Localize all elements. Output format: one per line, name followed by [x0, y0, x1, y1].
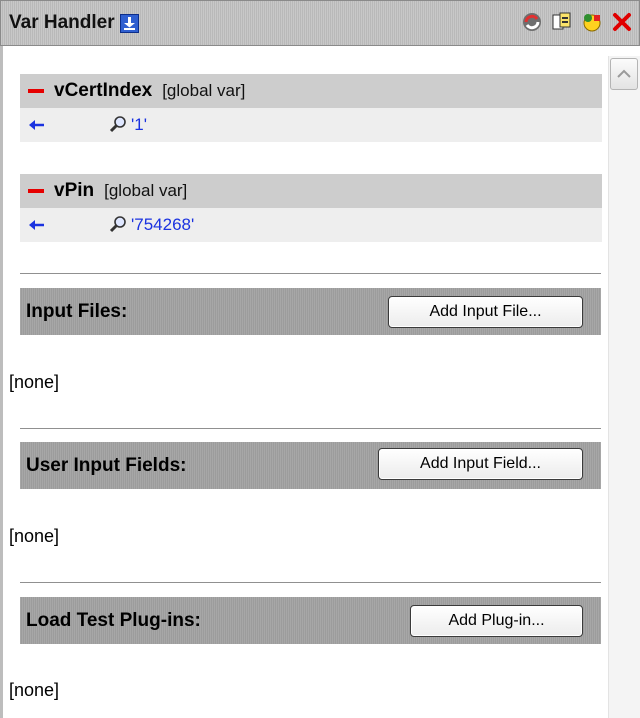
add-input-file-button[interactable]: Add Input File... — [388, 296, 583, 328]
refresh-vars-icon[interactable] — [521, 11, 543, 33]
section-title: Load Test Plug-ins: — [26, 609, 201, 631]
section-divider — [20, 428, 601, 429]
variable-name: vPin — [54, 180, 95, 201]
plugins-empty: [none] — [9, 680, 60, 700]
variable-name: vCertIndex — [54, 80, 153, 101]
add-var-icon[interactable] — [581, 11, 603, 33]
section-divider — [20, 582, 601, 583]
close-icon[interactable] — [611, 11, 633, 33]
section-title: Input Files: — [26, 300, 128, 322]
inspect-value-icon[interactable] — [108, 215, 128, 235]
chevron-up-icon — [617, 69, 631, 78]
remove-variable-icon[interactable] — [28, 89, 44, 93]
remove-variable-icon[interactable] — [28, 189, 44, 193]
variable-value-row: '1' — [20, 108, 602, 142]
panel-titlebar: Var Handler — [0, 0, 640, 46]
plugins-header: Load Test Plug-ins: Add Plug-in... — [20, 597, 601, 644]
add-plugin-button[interactable]: Add Plug-in... — [410, 605, 583, 637]
variable-value-row: '754268' — [20, 208, 602, 242]
inspect-value-icon[interactable] — [108, 115, 128, 135]
arrow-left-icon[interactable] — [28, 218, 48, 232]
section-title: User Input Fields: — [26, 454, 187, 476]
variable-row: vCertIndex [global var] — [20, 74, 602, 108]
title-actions — [521, 11, 633, 33]
input-files-header: Input Files: Add Input File... — [20, 288, 601, 335]
variable-value: '1' — [131, 115, 147, 134]
section-divider — [20, 273, 601, 274]
copy-vars-icon[interactable] — [551, 11, 573, 33]
user-input-fields-empty: [none] — [9, 526, 60, 546]
variable-row: vPin [global var] — [20, 174, 602, 208]
arrow-left-icon[interactable] — [28, 118, 48, 132]
scroll-up-button[interactable] — [610, 58, 638, 90]
panel-left-border — [0, 46, 3, 718]
input-files-empty: [none] — [9, 372, 60, 392]
panel-title: Var Handler — [9, 12, 115, 33]
download-icon[interactable] — [119, 13, 139, 33]
vertical-scrollbar[interactable] — [608, 56, 640, 718]
variable-scope: [global var] — [104, 181, 188, 200]
variable-value: '754268' — [131, 215, 195, 234]
user-input-fields-header: User Input Fields: Add Input Field... — [20, 442, 601, 489]
variable-scope: [global var] — [162, 81, 246, 100]
add-input-field-button[interactable]: Add Input Field... — [378, 448, 583, 480]
